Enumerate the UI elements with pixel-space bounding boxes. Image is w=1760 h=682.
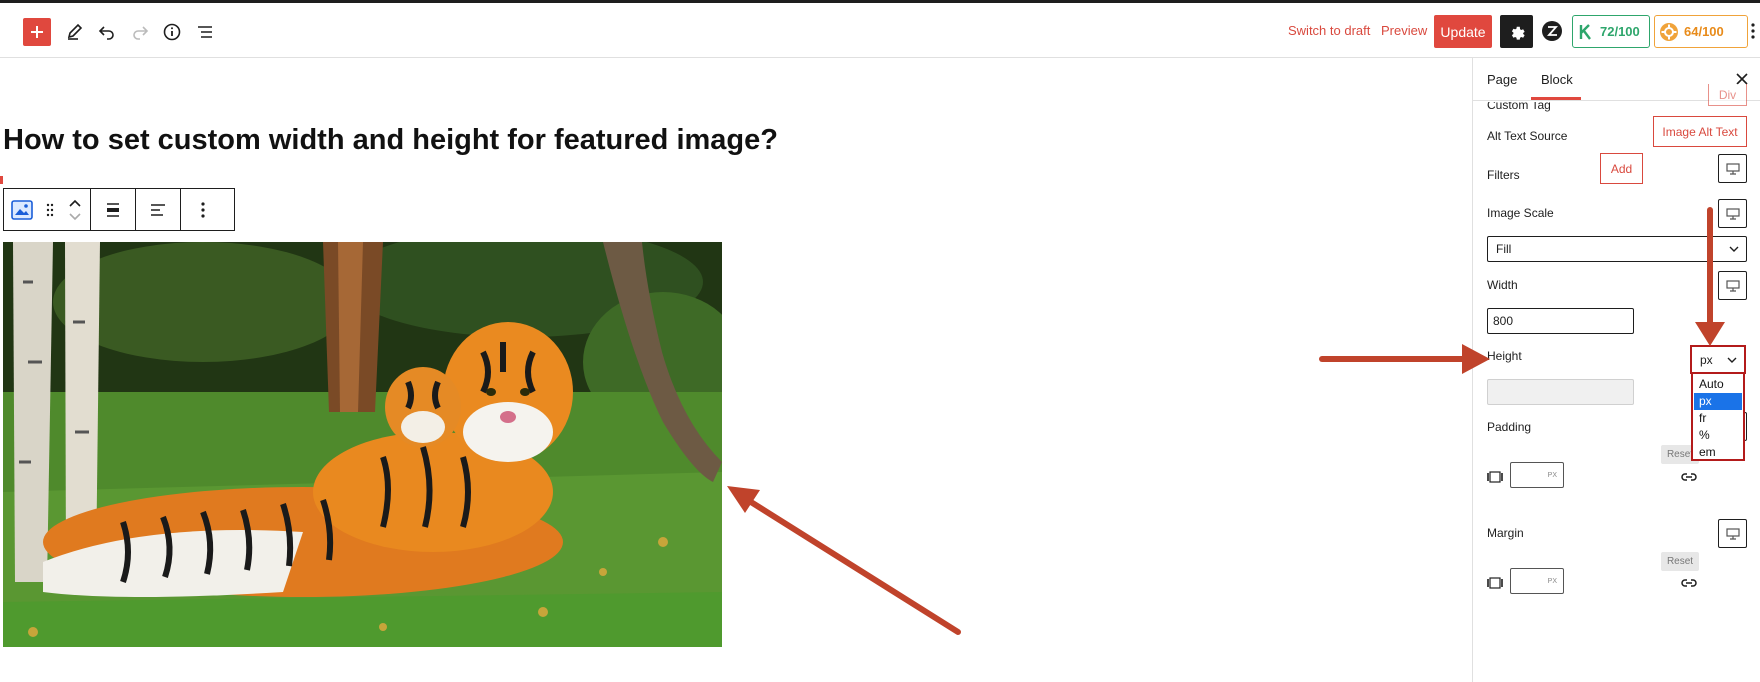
padding-label: Padding <box>1487 420 1532 434</box>
tools-button[interactable] <box>60 17 90 47</box>
unit-select-highlight <box>1690 345 1746 374</box>
active-tab-indicator <box>1531 97 1581 100</box>
add-block-button[interactable] <box>23 18 51 46</box>
featured-image[interactable] <box>3 242 722 647</box>
unit-option-auto[interactable]: Auto <box>1694 376 1742 393</box>
move-buttons[interactable] <box>60 189 90 230</box>
unit-option-percent[interactable]: % <box>1694 427 1742 444</box>
alt-text-source-label: Alt Text Source <box>1487 129 1568 143</box>
filters-device-button[interactable] <box>1718 154 1747 183</box>
tab-page[interactable]: Page <box>1487 72 1517 87</box>
tab-block[interactable]: Block <box>1541 72 1573 87</box>
editor-canvas: How to set custom width and height for f… <box>0 58 1472 682</box>
undo-icon <box>98 26 114 40</box>
image-scale-label: Image Scale <box>1487 206 1554 220</box>
filters-label: Filters <box>1487 168 1520 182</box>
link-icon <box>1681 579 1697 587</box>
seo-k-icon <box>1579 23 1591 40</box>
seo-score-value: 72/100 <box>1600 24 1640 39</box>
margin-label: Margin <box>1487 526 1524 540</box>
align-button[interactable] <box>91 189 135 230</box>
undo-button[interactable] <box>92 17 122 47</box>
desktop-icon <box>1725 162 1740 175</box>
width-device-button[interactable] <box>1718 271 1747 300</box>
desktop-icon <box>1725 527 1740 540</box>
width-label: Width <box>1487 278 1518 292</box>
list-view-button[interactable] <box>190 17 220 47</box>
box-sides-icon[interactable] <box>1487 469 1503 485</box>
margin-link-button[interactable] <box>1680 574 1698 592</box>
block-type-button[interactable] <box>4 189 40 230</box>
box-sides-icon[interactable] <box>1487 575 1503 591</box>
readability-score-value: 64/100 <box>1684 24 1724 39</box>
height-input[interactable] <box>1487 379 1634 405</box>
update-button[interactable]: Update <box>1434 15 1492 48</box>
more-vertical-icon <box>1751 23 1755 39</box>
block-options-button[interactable] <box>181 189 225 230</box>
margin-input[interactable]: PX <box>1510 568 1564 594</box>
block-toolbar <box>3 188 235 231</box>
filters-add-button[interactable]: Add <box>1600 153 1643 184</box>
unit-option-fr[interactable]: fr <box>1694 410 1742 427</box>
switch-to-draft-button[interactable]: Switch to draft <box>1288 23 1370 38</box>
readability-score-badge[interactable]: 64/100 <box>1654 15 1748 48</box>
align-center-icon <box>107 202 119 217</box>
chevron-up-icon[interactable] <box>69 199 81 207</box>
plus-icon <box>31 26 43 38</box>
desktop-icon <box>1725 207 1740 220</box>
custom-tag-button[interactable]: Div <box>1708 84 1747 106</box>
seo-score-badge[interactable]: 72/100 <box>1572 15 1650 48</box>
chevron-down-icon[interactable] <box>69 212 81 221</box>
block-toolbar-group-align <box>91 189 136 230</box>
zeta-logo-icon <box>1542 21 1562 41</box>
block-toolbar-group-more <box>181 189 225 230</box>
align-left-icon <box>151 203 165 216</box>
list-view-icon <box>198 26 212 38</box>
block-toolbar-group-type <box>4 189 91 230</box>
padding-unit: PX <box>1547 471 1557 479</box>
readability-gear-icon <box>1660 22 1678 41</box>
tiger-photo <box>3 242 722 647</box>
text-align-button[interactable] <box>136 189 180 230</box>
info-icon <box>163 23 181 41</box>
drag-handle-icon <box>46 203 54 216</box>
details-button[interactable] <box>157 17 187 47</box>
unit-option-em[interactable]: em <box>1694 444 1742 461</box>
image-scale-device-button[interactable] <box>1718 199 1747 228</box>
editor-top-toolbar: Switch to draft Preview Update 72/100 64… <box>0 3 1760 58</box>
link-icon <box>1681 473 1697 481</box>
more-vertical-icon <box>201 201 205 218</box>
block-toolbar-group-text <box>136 189 181 230</box>
unit-option-px[interactable]: px <box>1694 393 1742 410</box>
post-title[interactable]: How to set custom width and height for f… <box>3 124 778 157</box>
gear-icon <box>1511 26 1525 40</box>
pencil-icon <box>67 23 83 40</box>
image-block-icon <box>11 199 33 220</box>
padding-input[interactable]: PX <box>1510 462 1564 488</box>
image-scale-select[interactable]: Fill <box>1487 236 1747 262</box>
margin-unit: PX <box>1547 577 1557 585</box>
unit-dropdown-list: Auto px fr % em <box>1691 372 1745 461</box>
width-input[interactable]: 800 <box>1487 308 1634 334</box>
redo-button[interactable] <box>125 17 155 47</box>
chevron-down-icon <box>1729 246 1739 252</box>
height-label: Height <box>1487 349 1522 363</box>
plugin-button[interactable] <box>1540 19 1564 43</box>
preview-button[interactable]: Preview <box>1381 23 1427 38</box>
block-marker <box>0 176 3 184</box>
padding-link-button[interactable] <box>1680 468 1698 486</box>
alt-text-source-button[interactable]: Image Alt Text <box>1653 116 1747 147</box>
margin-device-button[interactable] <box>1718 519 1747 548</box>
redo-icon <box>133 26 149 40</box>
image-scale-value: Fill <box>1496 242 1512 256</box>
options-button[interactable] <box>1748 19 1758 43</box>
desktop-icon <box>1725 279 1740 292</box>
margin-reset-button[interactable]: Reset <box>1661 552 1699 571</box>
settings-button[interactable] <box>1500 15 1533 48</box>
drag-handle[interactable] <box>40 189 60 230</box>
